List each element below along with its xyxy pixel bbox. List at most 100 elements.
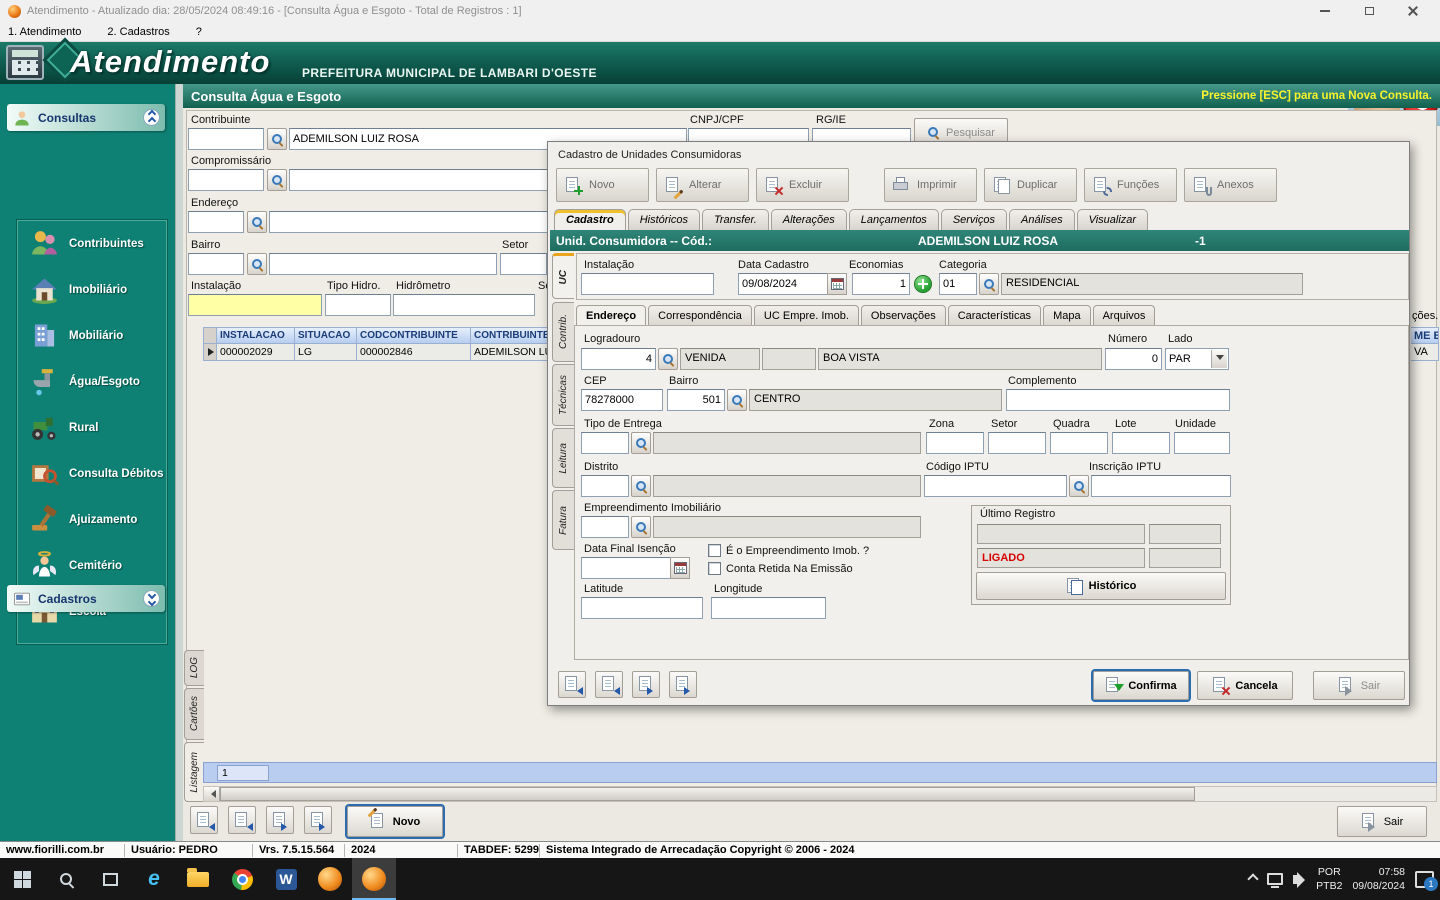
distrito-search-button[interactable] [631, 475, 651, 497]
file-explorer-button[interactable] [176, 858, 220, 900]
edge-button[interactable]: e [132, 858, 176, 900]
toolbar-funcoes-button[interactable]: Funções [1084, 168, 1177, 202]
close-button[interactable] [1392, 0, 1434, 22]
tipo-entrega-search-button[interactable] [631, 432, 651, 454]
sidebar-section-cadastros[interactable]: Cadastros [7, 585, 165, 612]
compromissario-code-input[interactable] [188, 169, 264, 191]
bairro-code-input[interactable] [188, 253, 244, 275]
taskbar-search-button[interactable] [44, 858, 88, 900]
subtab-caracteristicas[interactable]: Características [947, 305, 1042, 325]
sidebar-item-ajuizamento[interactable]: Ajuizamento [28, 503, 166, 536]
sair-button-dialog[interactable]: Sair [1313, 671, 1405, 700]
language-indicator[interactable]: POR PTB2 [1316, 865, 1342, 893]
toolbar-duplicar-button[interactable]: Duplicar [984, 168, 1077, 202]
confirma-button[interactable]: Confirma [1091, 669, 1191, 702]
logradouro-search-button[interactable] [658, 348, 678, 370]
tab-visualizar[interactable]: Visualizar [1076, 209, 1149, 230]
start-button[interactable] [0, 858, 44, 900]
lado-select[interactable]: PAR [1165, 348, 1229, 370]
contribuinte-code-input[interactable] [188, 128, 264, 150]
col-situacao[interactable]: SITUACAO [295, 327, 357, 344]
sidebar-item-mobiliario[interactable]: Mobiliário [28, 319, 166, 352]
subtab-correspondencia[interactable]: Correspondência [648, 305, 752, 325]
tray-expand-icon[interactable] [1247, 873, 1259, 885]
tab-cadastro[interactable]: Cadastro [554, 209, 626, 230]
logradouro-code-input[interactable] [581, 348, 656, 370]
isencao-calendar-button[interactable] [670, 557, 690, 579]
latitude-input[interactable] [581, 597, 703, 619]
instalacao-input[interactable] [188, 294, 322, 316]
subtab-mapa[interactable]: Mapa [1043, 305, 1091, 325]
chrome-button[interactable] [220, 858, 264, 900]
empreendimento-imob-checkbox[interactable] [708, 544, 721, 557]
tipo-hidro-input[interactable] [325, 294, 391, 316]
menu-help[interactable]: ? [196, 26, 202, 38]
speaker-icon[interactable] [1293, 871, 1306, 888]
minimize-button[interactable] [1304, 0, 1346, 22]
cep-input[interactable] [581, 389, 663, 411]
distrito-input[interactable] [581, 475, 629, 497]
tab-transfer[interactable]: Transfer. [701, 209, 769, 230]
word-button[interactable]: W [264, 858, 308, 900]
pagination-cell[interactable]: 1 [217, 765, 269, 781]
quadra-input[interactable] [1050, 432, 1108, 454]
nav-last-button[interactable] [304, 806, 332, 834]
bairro-search-button[interactable] [247, 253, 267, 275]
tab-servicos[interactable]: Serviços [940, 209, 1007, 230]
vtab-contrib[interactable]: Contrib. [552, 302, 574, 362]
zona-input[interactable] [926, 432, 984, 454]
subtab-observacoes[interactable]: Observações [860, 305, 946, 325]
contribuinte-search-button[interactable] [267, 128, 287, 150]
sidebar-item-imobiliario[interactable]: Imobiliário [28, 273, 166, 306]
expand-down-icon[interactable] [143, 590, 160, 607]
data-cadastro-calendar-button[interactable] [827, 273, 847, 295]
bairro-name-input[interactable] [269, 253, 497, 275]
economias-input[interactable] [852, 273, 910, 295]
sidebar-item-agua-esgoto[interactable]: Água/Esgoto [28, 365, 166, 398]
toolbar-excluir-button[interactable]: Excluir [756, 168, 849, 202]
iptu-search-button[interactable] [1069, 475, 1089, 497]
nav-next-button[interactable] [266, 806, 294, 834]
menu-atendimento[interactable]: 1. Atendimento [8, 26, 81, 38]
unidade-input[interactable] [1174, 432, 1230, 454]
vtab-leitura[interactable]: Leitura [552, 428, 574, 488]
col-instalacao[interactable]: INSTALACAO [217, 327, 295, 344]
scroll-left-button[interactable] [204, 787, 220, 801]
tab-alteracoes[interactable]: Alterações [770, 209, 847, 230]
toolbar-novo-button[interactable]: Novo [556, 168, 649, 202]
toolbar-alterar-button[interactable]: Alterar [656, 168, 749, 202]
dlg-nav-last-button[interactable] [669, 671, 697, 698]
sidebar-section-consultas[interactable]: Consultas [7, 104, 165, 131]
scrollbar-thumb[interactable] [220, 787, 1195, 801]
empreendimento-search-button[interactable] [631, 516, 651, 538]
data-final-isencao-input[interactable] [581, 557, 671, 579]
sidebar-item-consulta-debitos[interactable]: Consulta Débitos [28, 457, 166, 490]
maximize-button[interactable] [1348, 0, 1390, 22]
endereco-code-input[interactable] [188, 211, 244, 233]
hidrometro-input[interactable] [393, 294, 535, 316]
tipo-entrega-input[interactable] [581, 432, 629, 454]
lote-input[interactable] [1112, 432, 1170, 454]
conta-retida-checkbox[interactable] [708, 562, 721, 575]
tab-analises[interactable]: Análises [1009, 209, 1075, 230]
categoria-code-input[interactable] [939, 273, 977, 295]
nav-first-button[interactable] [190, 806, 218, 834]
sidebar-item-cemiterio[interactable]: Cemitério [28, 549, 166, 582]
novo-button[interactable]: Novo [345, 804, 445, 839]
tab-lancamentos[interactable]: Lançamentos [848, 209, 939, 230]
dlg-nav-prev-button[interactable] [595, 671, 623, 698]
task-view-button[interactable] [88, 858, 132, 900]
horizontal-scrollbar[interactable] [203, 786, 1437, 802]
dlg-nav-first-button[interactable] [558, 671, 586, 698]
vtab-fatura[interactable]: Fatura [552, 490, 574, 550]
toolbar-imprimir-button[interactable]: Imprimir [884, 168, 977, 202]
tab-log[interactable]: LOG [184, 650, 204, 686]
setor-input[interactable] [500, 253, 547, 275]
sidebar-item-rural[interactable]: Rural [28, 411, 166, 444]
endereco-search-button[interactable] [247, 211, 267, 233]
network-icon[interactable] [1267, 873, 1284, 888]
longitude-input[interactable] [711, 597, 826, 619]
nav-prev-button[interactable] [228, 806, 256, 834]
clock[interactable]: 07:58 09/08/2024 [1352, 865, 1405, 893]
fiorilli-app-active-button[interactable] [352, 858, 396, 900]
